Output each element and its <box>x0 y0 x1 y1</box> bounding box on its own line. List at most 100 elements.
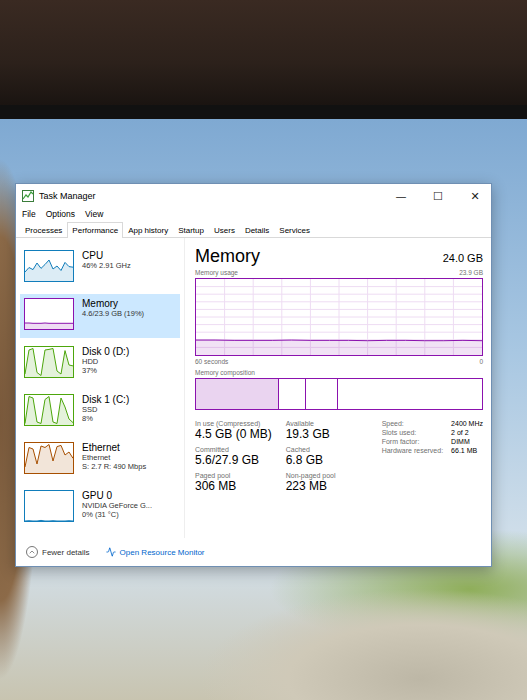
sidebar-item[interactable]: GPU 0NVIDIA GeForce G...0% (31 °C) <box>20 486 180 530</box>
stat-label: Non-paged pool <box>286 472 336 479</box>
sidebar-item-name: Disk 1 (C:) <box>82 394 129 405</box>
stat-label: Committed <box>195 446 272 453</box>
stat-value: 6.8 GB <box>286 453 336 467</box>
stat: Committed5.6/27.9 GB <box>195 446 272 467</box>
sidebar-item[interactable]: Disk 1 (C:)SSD8% <box>20 390 180 434</box>
desktop: Task Manager—☐✕FileOptionsViewProcessesP… <box>0 119 527 700</box>
tab[interactable]: Services <box>274 222 315 238</box>
sidebar-item-text: Disk 0 (D:)HDD37% <box>82 346 129 375</box>
sidebar-item-detail: SSD <box>82 405 129 414</box>
task-manager-icon <box>22 190 34 202</box>
sidebar-item-text: Memory4.6/23.9 GB (19%) <box>82 298 144 318</box>
sidebar-item-text: EthernetEthernetS: 2.7 R: 490 Mbps <box>82 442 146 471</box>
panel-total: 24.0 GB <box>443 252 483 264</box>
title-bar: Task Manager —☐✕ <box>16 184 491 208</box>
panel-title: Memory <box>195 246 260 267</box>
activity-thumbnail-icon <box>24 250 74 282</box>
stat: Cached6.8 GB <box>286 446 336 467</box>
sidebar-item-name: GPU 0 <box>82 490 152 501</box>
spec-value: 2 of 2 <box>451 429 483 436</box>
sidebar-item-name: Memory <box>82 298 144 309</box>
window-control-button[interactable]: ✕ <box>459 186 491 207</box>
sidebar-item-name: CPU <box>82 250 131 261</box>
tab[interactable]: Startup <box>173 222 209 238</box>
sidebar-item-detail: 37% <box>82 366 129 375</box>
window-title: Task Manager <box>39 191 380 201</box>
window-body: CPU46% 2.91 GHzMemory4.6/23.9 GB (19%)Di… <box>16 238 491 538</box>
window-control-button[interactable]: — <box>385 186 417 207</box>
resource-monitor-link[interactable]: Open Resource Monitor <box>106 547 205 557</box>
activity-thumbnail-icon <box>24 442 74 474</box>
stat-value: 306 MB <box>195 479 272 493</box>
fewer-details-button[interactable]: Fewer details <box>26 546 90 558</box>
spec-value: 2400 MHz <box>451 420 483 427</box>
sidebar-item-text: CPU46% 2.91 GHz <box>82 250 131 270</box>
spec-value: DIMM <box>451 438 483 445</box>
tab[interactable]: Details <box>240 222 274 238</box>
chart-max: 23.9 GB <box>459 269 483 276</box>
composition-segment <box>338 379 482 409</box>
photo-scene: Task Manager—☐✕FileOptionsViewProcessesP… <box>0 0 527 700</box>
activity-thumbnail-icon <box>24 394 74 426</box>
spec-label: Speed: <box>382 420 443 427</box>
sidebar-item[interactable]: Memory4.6/23.9 GB (19%) <box>20 294 180 338</box>
stat-label: Paged pool <box>195 472 272 479</box>
stat: Non-paged pool223 MB <box>286 472 336 493</box>
sidebar: CPU46% 2.91 GHz Memory4.6/23.9 GB (19%) Di… <box>16 238 185 538</box>
chart-axis: 60 seconds0 <box>195 356 483 367</box>
task-manager-window: Task Manager—☐✕FileOptionsViewProcessesP… <box>15 183 492 567</box>
stat-value: 4.5 GB (0 MB) <box>195 427 272 441</box>
sidebar-item-detail: 4.6/23.9 GB (19%) <box>82 309 144 318</box>
tab-bar: ProcessesPerformanceApp historyStartupUs… <box>16 222 491 238</box>
stat-label: Cached <box>286 446 336 453</box>
monitor-bezel <box>0 105 527 119</box>
spec-label: Hardware reserved: <box>382 447 443 454</box>
footer: Fewer details Open Resource Monitor <box>16 538 491 566</box>
sidebar-item-detail: Ethernet <box>82 453 146 462</box>
spec-label: Form factor: <box>382 438 443 445</box>
menu-bar: File Options View <box>16 208 491 222</box>
chart-header: Memory usage 23.9 GB <box>195 267 483 278</box>
menu-item[interactable]: Options <box>46 209 75 219</box>
composition-segment <box>196 379 279 409</box>
composition-header: Memory composition <box>195 367 483 378</box>
stats-grid: In use (Compressed)4.5 GB (0 MB) Availabl… <box>195 420 336 493</box>
resource-monitor-icon <box>106 547 116 557</box>
spec-value: 66.1 MB <box>451 447 483 454</box>
axis-start: 60 seconds <box>195 358 228 365</box>
memory-composition-bar <box>195 378 483 410</box>
sidebar-item-detail: 46% 2.91 GHz <box>82 261 131 270</box>
stat: Paged pool306 MB <box>195 472 272 493</box>
composition-segment <box>306 379 338 409</box>
sidebar-item-name: Ethernet <box>82 442 146 453</box>
spec-label: Slots used: <box>382 429 443 436</box>
composition-segment <box>279 379 305 409</box>
memory-usage-chart <box>195 278 483 356</box>
sidebar-item-detail: 8% <box>82 414 129 423</box>
sidebar-item[interactable]: EthernetEthernetS: 2.7 R: 490 Mbps <box>20 438 180 482</box>
sidebar-item[interactable]: Disk 0 (D:)HDD37% <box>20 342 180 386</box>
specs-grid: Speed: 2400 MHz Slots used: 2 of 2 Form fact… <box>382 420 483 493</box>
chevron-up-icon <box>26 546 38 558</box>
stat-label: Available <box>286 420 336 427</box>
stat-value: 5.6/27.9 GB <box>195 453 272 467</box>
sidebar-item-detail: 0% (31 °C) <box>82 510 152 519</box>
activity-thumbnail-icon <box>24 490 74 522</box>
menu-item[interactable]: View <box>85 209 103 219</box>
activity-thumbnail-icon <box>24 346 74 378</box>
stat: Available19.3 GB <box>286 420 336 441</box>
sidebar-item[interactable]: CPU46% 2.91 GHz <box>20 246 180 290</box>
menu-item[interactable]: File <box>22 209 36 219</box>
chart-label: Memory usage <box>195 269 238 276</box>
sidebar-item-name: Disk 0 (D:) <box>82 346 129 357</box>
stat: In use (Compressed)4.5 GB (0 MB) <box>195 420 272 441</box>
window-control-button[interactable]: ☐ <box>422 186 454 207</box>
tab[interactable]: Performance <box>67 222 123 238</box>
stat-label: In use (Compressed) <box>195 420 272 427</box>
tab[interactable]: Processes <box>20 222 67 238</box>
stats-area: In use (Compressed)4.5 GB (0 MB) Availabl… <box>195 420 483 493</box>
tab[interactable]: App history <box>123 222 173 238</box>
composition-label: Memory composition <box>195 369 255 376</box>
tab[interactable]: Users <box>209 222 240 238</box>
sidebar-item-text: Disk 1 (C:)SSD8% <box>82 394 129 423</box>
